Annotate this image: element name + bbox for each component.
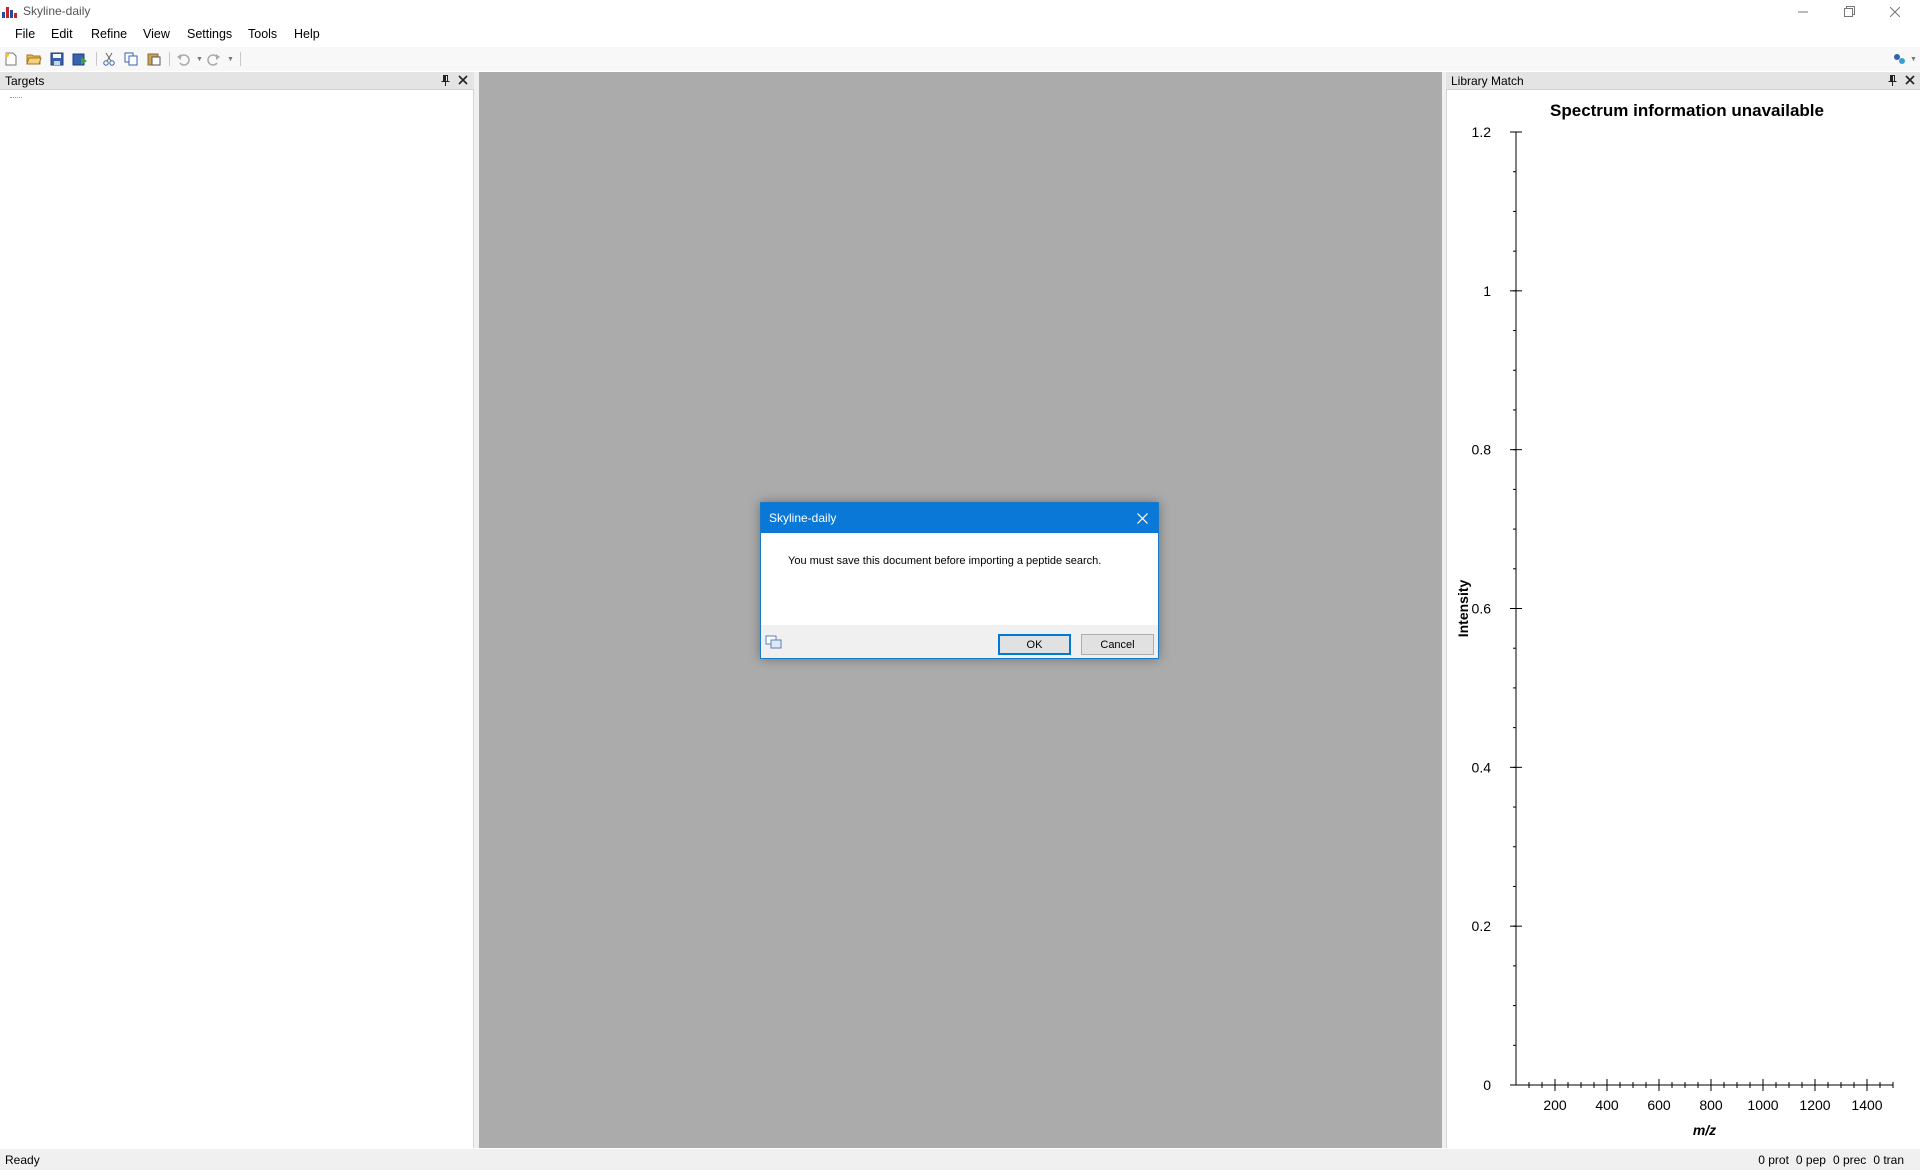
x-tick-label: 600 <box>1647 1097 1671 1113</box>
chart-title: Spectrum information unavailable <box>1550 101 1824 120</box>
integration-dropdown-icon[interactable]: ▼ <box>1910 56 1917 63</box>
dialog-close-button[interactable] <box>1130 506 1154 530</box>
transition-count: 0 tran <box>1873 1153 1904 1167</box>
scissors-icon <box>103 52 115 66</box>
copy-button[interactable] <box>122 50 140 68</box>
paste-icon <box>147 53 161 66</box>
x-tick-label: 1400 <box>1851 1097 1882 1113</box>
skyline-app-icon <box>2 7 17 18</box>
y-tick-label: 0.2 <box>1472 918 1492 934</box>
protein-count: 0 prot <box>1758 1153 1789 1167</box>
menu-bar: File Edit Refine View Settings Tools Hel… <box>0 23 1920 46</box>
window-title: Skyline-daily <box>23 4 91 18</box>
toolbar-separator <box>96 52 97 66</box>
menu-view[interactable]: View <box>143 27 170 41</box>
precursor-count: 0 prec <box>1832 1153 1867 1167</box>
x-tick-label: 1200 <box>1799 1097 1830 1113</box>
library-match-body: Spectrum information unavailable 0 0.2 0.4 0… <box>1446 90 1920 1148</box>
dialog-title-bar: Skyline-daily <box>761 503 1158 533</box>
restore-button[interactable] <box>1826 0 1872 23</box>
minimize-icon <box>1798 11 1808 12</box>
library-match-pane-title: Library Match <box>1451 74 1524 88</box>
panorama-icon <box>1894 54 1905 64</box>
toolbar: ▼ ▼ ▼ <box>0 47 1920 71</box>
close-icon <box>458 75 468 85</box>
dialog-title: Skyline-daily <box>769 511 837 525</box>
save-button[interactable] <box>48 50 66 68</box>
restore-icon <box>1843 6 1855 17</box>
menu-refine[interactable]: Refine <box>91 27 127 41</box>
menu-settings[interactable]: Settings <box>187 27 232 41</box>
x-tick-label: 800 <box>1699 1097 1723 1113</box>
publish-button[interactable] <box>71 50 89 68</box>
copy-message-icon[interactable] <box>765 635 783 649</box>
tree-empty-node <box>10 97 22 98</box>
x-tick-label: 1000 <box>1747 1097 1778 1113</box>
cancel-button[interactable]: Cancel <box>1081 634 1154 655</box>
targets-close-button[interactable] <box>456 73 470 87</box>
new-document-icon <box>5 52 17 66</box>
copy-icon <box>124 52 138 66</box>
paste-button[interactable] <box>145 50 163 68</box>
undo-button[interactable] <box>174 50 192 68</box>
menu-help[interactable]: Help <box>294 27 320 41</box>
library-match-pin-button[interactable] <box>1885 73 1899 87</box>
dialog-footer: OK Cancel <box>761 625 1158 658</box>
minimize-button[interactable] <box>1780 0 1826 23</box>
save-required-dialog: Skyline-daily You must save this documen… <box>760 502 1159 659</box>
cut-button[interactable] <box>100 50 118 68</box>
menu-tools[interactable]: Tools <box>248 27 277 41</box>
y-tick-label: 0.6 <box>1472 601 1492 617</box>
undo-dropdown-icon[interactable]: ▼ <box>196 56 203 63</box>
y-tick-label: 1 <box>1483 283 1491 299</box>
y-tick-label: 0.4 <box>1472 759 1492 775</box>
toolbar-separator <box>240 52 241 66</box>
open-folder-icon <box>26 54 42 65</box>
new-button[interactable] <box>2 50 20 68</box>
save-icon <box>50 52 64 66</box>
close-icon <box>1905 75 1915 85</box>
title-bar: Skyline-daily <box>0 0 1920 23</box>
close-icon <box>1136 512 1148 524</box>
library-match-pane-header: Library Match <box>1446 72 1920 90</box>
close-icon <box>1890 6 1900 17</box>
undo-icon <box>177 54 190 66</box>
x-tick-label: 400 <box>1595 1097 1619 1113</box>
redo-dropdown-icon[interactable]: ▼ <box>227 56 234 63</box>
x-tick-label: 200 <box>1543 1097 1567 1113</box>
targets-pane-header: Targets <box>0 72 474 90</box>
open-button[interactable] <box>25 50 43 68</box>
pin-icon <box>1888 74 1896 86</box>
library-match-close-button[interactable] <box>1903 73 1917 87</box>
redo-icon <box>207 54 220 66</box>
status-bar: Ready 0 prot 0 pep 0 prec 0 tran <box>0 1149 1920 1170</box>
menu-edit[interactable]: Edit <box>51 27 73 41</box>
peptide-count: 0 pep <box>1795 1153 1826 1167</box>
status-text: Ready <box>5 1153 40 1167</box>
y-axis-label: Intensity <box>1455 580 1471 638</box>
toolbar-separator <box>169 52 170 66</box>
close-window-button[interactable] <box>1872 0 1918 23</box>
ok-button[interactable]: OK <box>998 634 1071 655</box>
publish-icon <box>72 53 87 66</box>
y-tick-label: 0.8 <box>1472 442 1492 458</box>
targets-pin-button[interactable] <box>438 73 452 87</box>
y-tick-label: 0 <box>1483 1077 1491 1093</box>
integration-button[interactable] <box>1891 50 1909 68</box>
redo-button[interactable] <box>205 50 223 68</box>
targets-tree[interactable] <box>0 90 474 1148</box>
status-counts: 0 prot 0 pep 0 prec 0 tran <box>1758 1153 1904 1167</box>
x-axis-label: m/z <box>1693 1122 1716 1138</box>
spectrum-chart: Spectrum information unavailable 0 0.2 0.4 0… <box>1455 101 1894 1138</box>
targets-pane-title: Targets <box>5 74 45 88</box>
y-tick-label: 1.2 <box>1472 124 1492 140</box>
pin-icon <box>441 74 449 86</box>
dialog-message: You must save this document before impor… <box>788 555 1102 567</box>
menu-file[interactable]: File <box>15 27 35 41</box>
